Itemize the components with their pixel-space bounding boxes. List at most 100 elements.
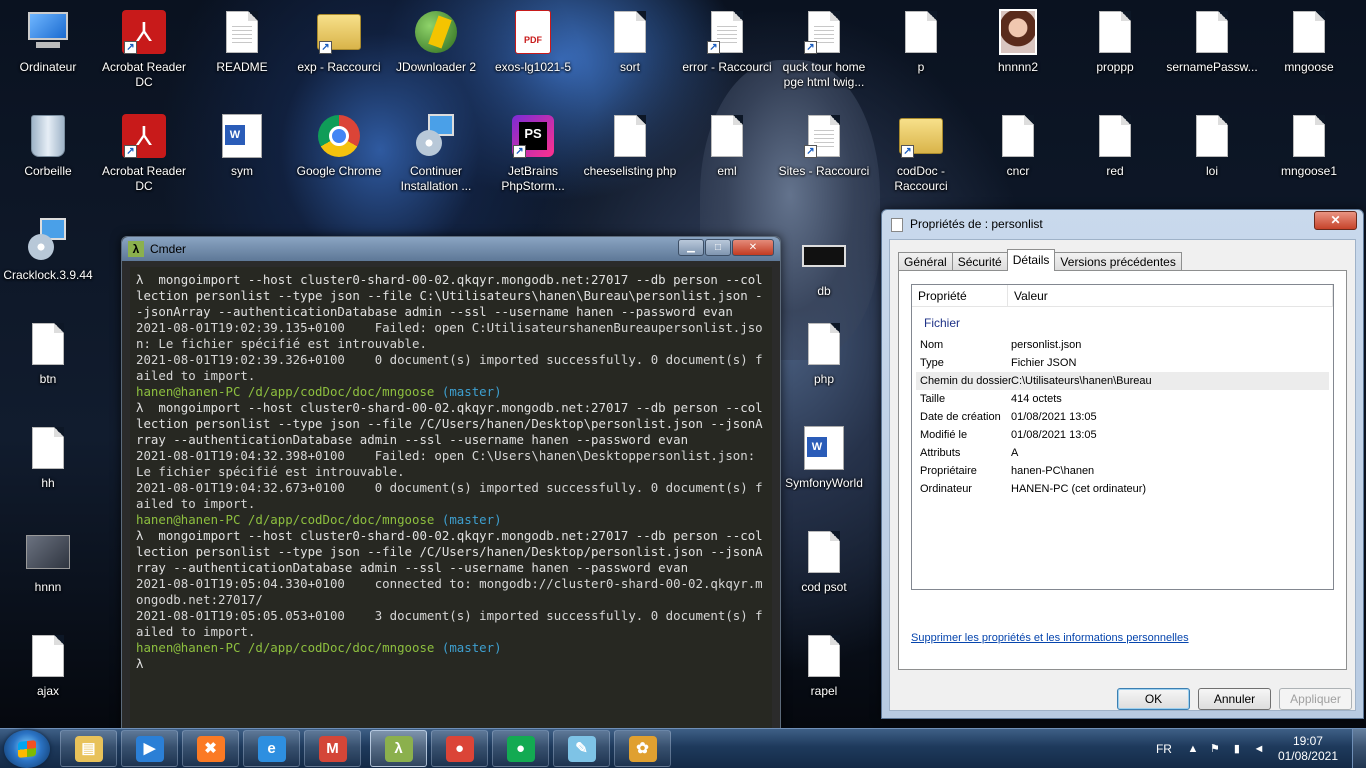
tab-security[interactable]: Sécurité [951,252,1008,271]
command-line: λ [136,656,144,671]
installer-icon [412,112,460,160]
property-value: Fichier JSON [1011,357,1077,369]
minimize-button[interactable]: ▁ [678,239,704,256]
desktop-icon[interactable]: p [873,8,969,108]
desktop-icon[interactable]: hnnn [0,528,96,628]
desktop-icon[interactable]: ajax [0,632,96,728]
desktop-icon-label: quck tour home pge html twig... [782,60,866,89]
desktop-icon[interactable]: ↗ codDoc - Raccourci [873,112,969,212]
desktop-icon[interactable]: Wsym [194,112,290,212]
desktop[interactable]: Ordinateur ⅄ ↗ Acrobat Reader DC README ↗ exp … [0,0,1366,728]
desktop-icon[interactable]: ⅄ ↗ Acrobat Reader DC [96,112,192,212]
taskbar-internet-explorer-button[interactable]: e [243,730,300,767]
console-output[interactable]: λ mongoimport --host cluster0-shard-00-0… [130,267,772,728]
desktop-icon[interactable]: db [776,232,872,332]
list-item[interactable]: Type Fichier JSON [916,354,1329,372]
desktop-icon[interactable]: eml [679,112,775,212]
taskbar-media-player-button[interactable]: ▶ [121,730,178,767]
taskbar-cmder-button[interactable]: λ [370,730,427,767]
desktop-icon[interactable]: cncr [970,112,1066,212]
column-property[interactable]: Propriété [912,285,1008,306]
remove-properties-link[interactable]: Supprimer les propriétés et les informat… [911,632,1189,644]
desktop-icon[interactable]: PDF exos-lg1021-5 [485,8,581,108]
desktop-icon[interactable]: PS ↗ JetBrains PhpStorm... [485,112,581,212]
cmder-window[interactable]: λ Cmder ▁ □ ✕ λ mongoimport --host clust… [121,236,781,728]
desktop-icon[interactable]: Cracklock.3.9.44 [0,216,96,316]
details-list[interactable]: Propriété Valeur Fichier Nom personlist.j… [911,284,1334,590]
ok-button[interactable]: OK [1117,688,1190,710]
media-player-icon: ▶ [135,735,164,762]
tab-general[interactable]: Général [898,252,953,271]
desktop-icon[interactable]: Continuer Installation ... [388,112,484,212]
start-button[interactable] [4,730,50,768]
desktop-icon[interactable]: README [194,8,290,108]
taskbar-explorer-button[interactable]: ▤ [60,730,117,767]
file-icon [606,112,654,160]
desktop-icon-label: mngoose [1284,60,1334,74]
apply-button[interactable]: Appliquer [1279,688,1352,710]
desktop-icon[interactable]: cod psot [776,528,872,628]
column-value[interactable]: Valeur [1008,285,1333,306]
show-desktop-button[interactable] [1352,729,1366,768]
clock[interactable]: 19:07 01/08/2021 [1278,734,1338,764]
desktop-icon[interactable]: ↗ error - Raccourci [679,8,775,108]
output-line: 2021-08-01T19:05:04.330+0100 connected t… [136,576,763,607]
maximize-button[interactable]: □ [705,239,731,256]
dialog-close-button[interactable]: ✕ [1314,211,1357,230]
list-item[interactable]: Nom personlist.json [916,336,1329,354]
taskbar-gmail-button[interactable]: M [304,730,361,767]
desktop-icon[interactable]: mngoose [1261,8,1357,108]
taskbar-notepad-button[interactable]: ✎ [553,730,610,767]
mongodb-compass-icon: ● [506,735,535,762]
desktop-icon[interactable]: ↗ quck tour home pge html twig... [776,8,872,108]
desktop-icon[interactable]: mngoose1 [1261,112,1357,212]
tab-previous-versions[interactable]: Versions précédentes [1054,252,1182,271]
explorer-icon: ▤ [74,735,103,762]
list-item[interactable]: Propriétaire hanen-PC\hanen [916,462,1329,480]
command-line: λ mongoimport --host cluster0-shard-00-0… [136,528,763,575]
desktop-icon[interactable]: Ordinateur [0,8,96,108]
list-item[interactable]: Modifié le 01/08/2021 13:05 [916,426,1329,444]
desktop-icon[interactable]: proppp [1067,8,1163,108]
desktop-icon[interactable]: Google Chrome [291,112,387,212]
desktop-icon[interactable]: sernamePassw... [1164,8,1260,108]
close-button[interactable]: ✕ [732,239,774,256]
taskbar-paint-button[interactable]: ✿ [614,730,671,767]
desktop-icon[interactable]: ↗ Sites - Raccourci [776,112,872,212]
desktop-icon[interactable]: loi [1164,112,1260,212]
desktop-icon[interactable]: cheeselisting php [582,112,678,212]
desktop-icon[interactable]: hh [0,424,96,524]
action-center-flag-icon[interactable]: ⚑ [1208,742,1222,756]
desktop-icon[interactable]: ⅄ ↗ Acrobat Reader DC [96,8,192,108]
battery-icon[interactable]: ▮ [1230,742,1244,756]
desktop-icon[interactable]: rapel [776,632,872,728]
property-name: Taille [920,393,946,405]
list-item[interactable]: Taille 414 octets [916,390,1329,408]
desktop-icon[interactable]: sort [582,8,678,108]
desktop-icon[interactable]: btn [0,320,96,420]
desktop-icon[interactable]: Corbeille [0,112,96,212]
language-indicator[interactable]: FR [1156,742,1172,756]
desktop-icon-label: sernamePassw... [1166,60,1258,74]
desktop-icon-label: Sites - Raccourci [778,164,870,178]
clock-time: 19:07 [1292,734,1323,748]
desktop-icon[interactable]: ↗ exp - Raccourci [291,8,387,108]
desktop-icon[interactable]: JDownloader 2 [388,8,484,108]
show-hidden-icons-icon[interactable]: ▲ [1186,742,1200,756]
taskbar-xampp-button[interactable]: ✖ [182,730,239,767]
list-item[interactable]: Ordinateur HANEN-PC (cet ordinateur) [916,480,1329,498]
list-item[interactable]: Attributs A [916,444,1329,462]
list-item[interactable]: Chemin du dossier C:\Utilisateurs\hanen\B… [916,372,1329,390]
desktop-icon[interactable]: hnnnn2 [970,8,1066,108]
desktop-icon[interactable]: W SymfonyWorld [776,424,872,524]
desktop-icon[interactable]: php [776,320,872,420]
taskbar-chrome-button[interactable]: ● [431,730,488,767]
cancel-button[interactable]: Annuler [1198,688,1271,710]
desktop-icon[interactable]: red [1067,112,1163,212]
list-item[interactable]: Date de création 01/08/2021 13:05 [916,408,1329,426]
volume-muted-icon[interactable]: ◄ [1252,742,1266,756]
taskbar-mongodb-compass-button[interactable]: ● [492,730,549,767]
tab-details[interactable]: Détails [1006,249,1056,271]
properties-dialog[interactable]: Propriétés de : personlist ✕ Général Séc… [881,209,1364,719]
cmder-titlebar[interactable]: λ Cmder ▁ □ ✕ [122,237,780,261]
